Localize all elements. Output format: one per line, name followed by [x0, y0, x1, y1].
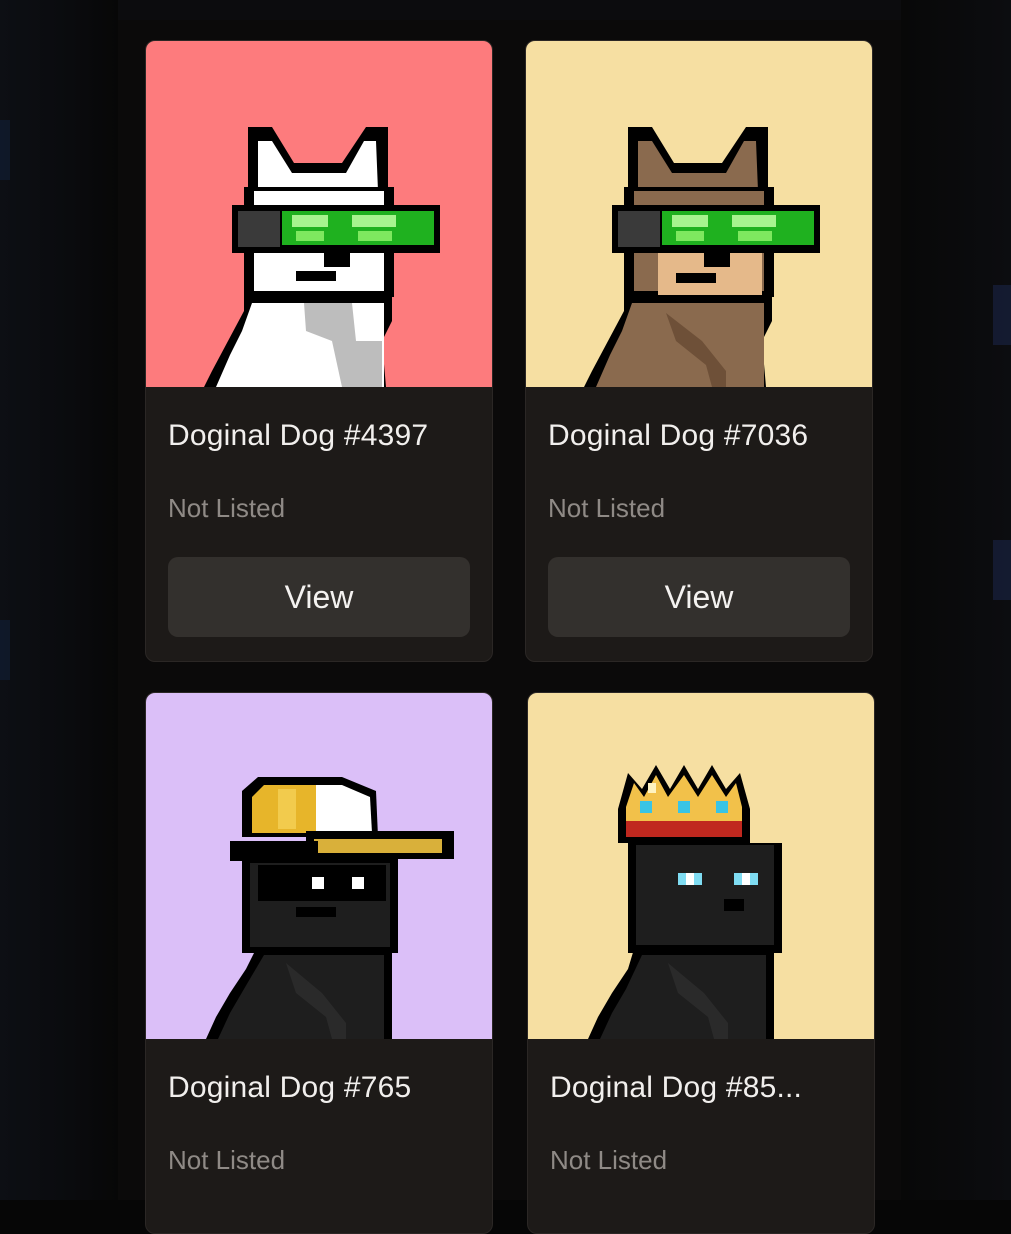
listing-status: Not Listed [168, 493, 286, 523]
nft-card[interactable]: Doginal Dog #4397 Not Listed View [145, 40, 493, 662]
nft-card[interactable]: Doginal Dog #7036 Not Listed View [525, 40, 873, 662]
view-button[interactable]: View [548, 557, 850, 637]
nft-image[interactable] [526, 41, 872, 387]
background-glow [0, 620, 10, 680]
view-button[interactable]: View [168, 557, 470, 637]
listing-status: Not Listed [168, 1145, 286, 1175]
listing-status: Not Listed [550, 1145, 668, 1175]
nft-title: Doginal Dog #4397 [168, 419, 429, 452]
nft-card[interactable]: Doginal Dog #765 Not Listed [145, 692, 493, 1234]
top-bar [118, 0, 901, 20]
nft-image[interactable] [146, 693, 492, 1039]
dog-pixel-art [146, 41, 492, 387]
background-glow [993, 285, 1011, 345]
dog-pixel-art [528, 693, 874, 1039]
right-background [901, 0, 1011, 1200]
dog-pixel-art [146, 693, 492, 1039]
nft-title: Doginal Dog #765 [168, 1071, 412, 1104]
left-background [0, 0, 118, 1200]
nft-image[interactable] [146, 41, 492, 387]
background-glow [993, 540, 1011, 600]
nft-title: Doginal Dog #7036 [548, 419, 809, 452]
background-glow [0, 120, 10, 180]
dog-pixel-art [526, 41, 872, 387]
nft-card[interactable]: Doginal Dog #85... Not Listed [527, 692, 875, 1234]
listing-status: Not Listed [548, 493, 666, 523]
nft-image[interactable] [528, 693, 874, 1039]
nft-title: Doginal Dog #85... [550, 1071, 803, 1104]
